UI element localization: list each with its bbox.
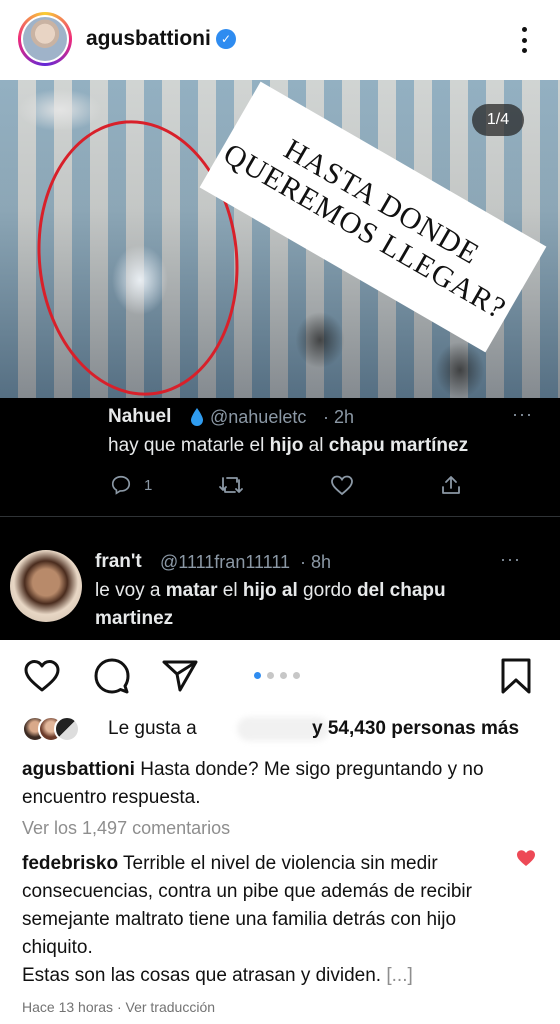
likes-count[interactable]: y 54,430 personas más: [312, 718, 519, 740]
profile-avatar[interactable]: [18, 12, 72, 66]
tweet-time: · 8h: [300, 552, 332, 572]
carousel-dot: [267, 672, 274, 679]
share-upload-icon: [440, 472, 462, 498]
tweet-text: le voy a matar el hijo al gordo del chap…: [95, 580, 446, 629]
post-time: Hace 13 horas: [22, 999, 114, 1015]
tweet-more: ···: [500, 549, 521, 569]
reply-count: 1: [144, 476, 153, 494]
carousel-counter: 1/4: [472, 104, 524, 136]
comment-text-continued: Estas son las cosas que atrasan y divide…: [22, 965, 382, 986]
bookmark-icon[interactable]: [496, 656, 536, 696]
reply-icon: 1: [110, 472, 152, 498]
tweet-name: fran't: [95, 551, 142, 572]
tweet-avatar: [10, 550, 82, 622]
carousel-dot: [293, 672, 300, 679]
comment-more[interactable]: [...]: [386, 965, 412, 986]
heart-icon[interactable]: [22, 656, 62, 696]
liker-avatar: [54, 716, 80, 742]
comment-icon[interactable]: [92, 656, 132, 696]
retweet-icon: [218, 472, 244, 498]
stadium-photo: HASTA DONDE QUEREMOS LLEGAR? 1/4: [0, 80, 560, 406]
tweet-handle: @1111fran11111: [160, 552, 291, 572]
view-comments-link[interactable]: Ver los 1,497 comentarios: [22, 818, 230, 839]
comment-like-heart-icon[interactable]: [516, 849, 536, 867]
post-header: agusbattioni ✓: [0, 0, 560, 80]
tweet-text: hay que matarle el hijo al chapu martíne…: [108, 435, 469, 456]
post-username[interactable]: agusbattioni: [86, 27, 211, 51]
tweet-handle: @nahueletc: [210, 407, 307, 427]
verified-badge-icon: ✓: [216, 29, 236, 49]
translate-link[interactable]: Ver traducción: [126, 999, 216, 1015]
like-icon: [330, 472, 354, 498]
more-vertical-icon[interactable]: [512, 24, 536, 56]
likes-prefix: Le gusta a: [108, 718, 197, 739]
tweet-more: ···: [512, 404, 533, 424]
post-actions: [0, 654, 560, 700]
comment-username[interactable]: fedebrisko: [22, 853, 118, 874]
carousel-dot-active: [254, 672, 261, 679]
send-icon[interactable]: [160, 656, 200, 696]
water-drop-icon: [191, 408, 203, 426]
post-caption: agusbattioni Hasta donde? Me sigo pregun…: [22, 756, 522, 812]
tweet-actions: 1: [108, 472, 468, 498]
top-comment: fedebrisko Terrible el nivel de violenci…: [22, 850, 492, 990]
caption-username[interactable]: agusbattioni: [22, 759, 135, 780]
carousel-dot: [280, 672, 287, 679]
tweet-screenshot-1: Nahuel @nahueletc · 2h ··· hay que matar…: [0, 398, 560, 516]
carousel-indicator: [254, 672, 300, 679]
post-footer: Hace 13 horas · Ver traducción: [22, 999, 216, 1015]
post-media[interactable]: HASTA DONDE QUEREMOS LLEGAR? 1/4 Nahuel @…: [0, 80, 560, 640]
tweet-time: · 2h: [323, 407, 355, 427]
likes-summary[interactable]: Le gusta a y 54,430 personas más: [22, 714, 542, 744]
tweet-name: Nahuel: [108, 406, 172, 427]
tweet-screenshot-2: fran't @1111fran11111 · 8h ··· le voy a …: [0, 516, 560, 640]
